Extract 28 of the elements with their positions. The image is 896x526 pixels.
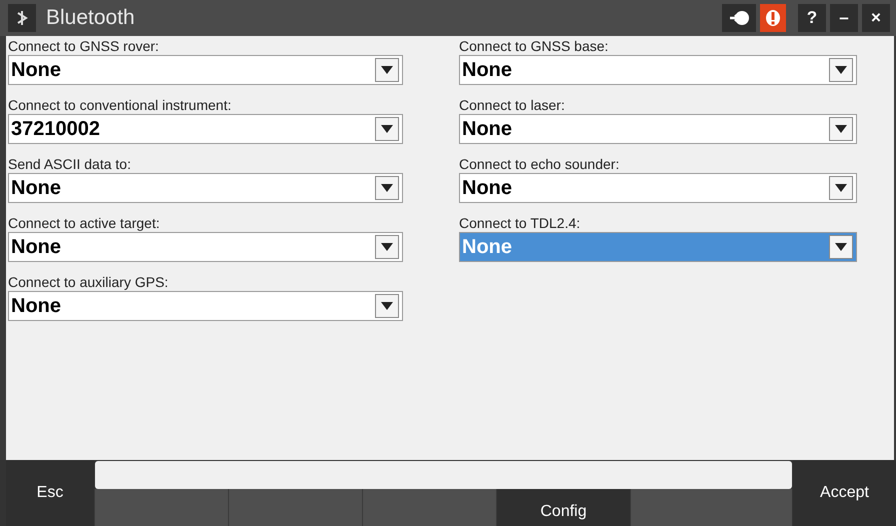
window-title: Bluetooth xyxy=(46,5,136,32)
dropdown[interactable]: None xyxy=(459,173,857,203)
dropdown[interactable]: None xyxy=(459,114,857,144)
help-button[interactable]: ? xyxy=(798,4,826,32)
field-label: Connect to GNSS base: xyxy=(459,38,610,55)
field-label: Send ASCII data to: xyxy=(8,156,132,173)
sign-in-icon[interactable] xyxy=(722,4,756,32)
minimize-button[interactable]: – xyxy=(830,4,858,32)
field-label: Connect to laser: xyxy=(459,97,566,114)
dropdown[interactable]: None xyxy=(8,173,403,203)
dropdown[interactable]: None xyxy=(8,232,403,262)
field-label: Connect to auxiliary GPS: xyxy=(8,274,170,291)
accept-button[interactable]: Accept xyxy=(793,460,896,526)
field-label: Connect to echo sounder: xyxy=(459,156,620,173)
field-label: Connect to active target: xyxy=(8,215,161,232)
dropdown[interactable]: None xyxy=(8,55,403,85)
field-label: Connect to TDL2.4: xyxy=(459,215,582,232)
field-label: Connect to conventional instrument: xyxy=(8,97,232,114)
field-label: Connect to GNSS rover: xyxy=(8,38,160,55)
esc-button[interactable]: Esc xyxy=(6,460,94,526)
dropdown[interactable]: 37210002 xyxy=(8,114,403,144)
close-button[interactable]: × xyxy=(862,4,890,32)
bluetooth-icon xyxy=(8,4,36,32)
input-field[interactable] xyxy=(95,461,792,489)
warning-icon[interactable] xyxy=(760,4,786,32)
dropdown[interactable]: None xyxy=(8,291,403,321)
softkey[interactable]: Config xyxy=(496,489,630,526)
dropdown[interactable]: None xyxy=(459,55,857,85)
